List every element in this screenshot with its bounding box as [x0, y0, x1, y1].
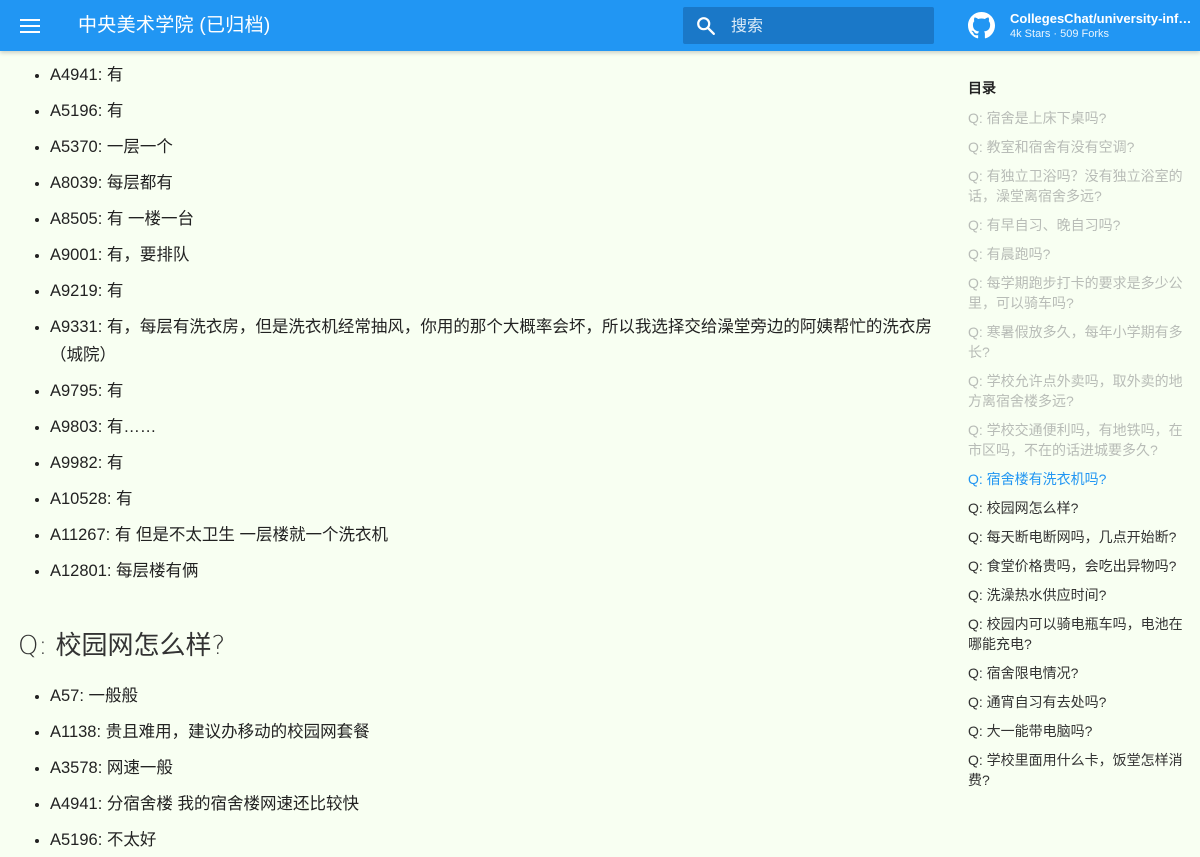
toc-link[interactable]: Q: 宿舍是上床下桌吗?	[968, 108, 1188, 128]
menu-icon[interactable]	[18, 14, 42, 38]
main-content: A4941: 有 A5196: 有 A5370: 一层一个 A8039: 每层都有 A8…	[0, 51, 945, 857]
toc-link[interactable]: Q: 洗澡热水供应时间?	[968, 585, 1188, 605]
toc-link[interactable]: Q: 有晨跑吗?	[968, 244, 1188, 264]
list-item: A4941: 有	[50, 61, 935, 89]
toc-link[interactable]: Q: 寒暑假放多久，每年小学期有多长?	[968, 322, 1188, 362]
search-icon	[697, 17, 715, 35]
toc-link[interactable]: Q: 校园内可以骑电瓶车吗，电池在哪能充电?	[968, 614, 1188, 654]
page-title: 中央美术学院 (已归档)	[78, 15, 271, 36]
list-item: A9982: 有	[50, 449, 935, 477]
repo-link[interactable]: CollegesChat/university-information 4k S…	[968, 9, 1193, 43]
repo-stats: 4k Stars · 509 Forks	[1010, 28, 1110, 40]
repo-name: CollegesChat/university-information	[1010, 11, 1193, 26]
search-box[interactable]	[683, 7, 934, 46]
list-item: A57: 一般般	[50, 682, 935, 710]
answer-list: A57: 一般般 A1138: 贵且难用，建议办移动的校园网套餐 A3578: 网速…	[0, 682, 935, 857]
toc-link[interactable]: Q: 每学期跑步打卡的要求是多少公里，可以骑车吗?	[968, 273, 1188, 313]
toc-link[interactable]: Q: 每天断电断网吗，几点开始断?	[968, 527, 1188, 547]
list-item: A5196: 有	[50, 97, 935, 125]
toc-link[interactable]: Q: 学校交通便利吗，有地铁吗，在市区吗，不在的话进城要多久?	[968, 420, 1188, 460]
toc-link[interactable]: Q: 大一能带电脑吗?	[968, 721, 1188, 741]
top-app-bar: 中央美术学院 (已归档) CollegesChat/university-inf…	[0, 0, 1200, 51]
toc-title: 目录	[968, 80, 996, 96]
list-item: A5196: 不太好	[50, 826, 935, 854]
list-item: A9803: 有……	[50, 413, 935, 441]
answer-list: A4941: 有 A5196: 有 A5370: 一层一个 A8039: 每层都有 A8…	[0, 61, 935, 593]
list-item: A9001: 有，要排队	[50, 241, 935, 269]
list-item: A9795: 有	[50, 377, 935, 405]
toc-link[interactable]: Q: 教室和宿舍有没有空调?	[968, 137, 1188, 157]
toc-link[interactable]: Q: 校园网怎么样?	[968, 498, 1188, 518]
list-item: A4941: 分宿舍楼 我的宿舍楼网速还比较快	[50, 790, 935, 818]
toc-link[interactable]: Q: 有独立卫浴吗？没有独立浴室的话，澡堂离宿舍多远?	[968, 166, 1188, 206]
list-item: A8505: 有 一楼一台	[50, 205, 935, 233]
toc-link[interactable]: Q: 宿舍限电情况?	[968, 663, 1188, 683]
table-of-contents: 目录 Q: 宿舍是上床下桌吗? Q: 教室和宿舍有没有空调? Q: 有独立卫浴吗？没…	[968, 78, 1188, 799]
toc-link[interactable]: Q: 有早自习、晚自习吗?	[968, 215, 1188, 235]
section-heading: Q: 校园网怎么样?	[18, 631, 226, 661]
github-icon	[968, 12, 995, 39]
toc-link[interactable]: Q: 宿舍楼有洗衣机吗?	[968, 469, 1188, 489]
list-item: A5370: 一层一个	[50, 133, 935, 161]
list-item: A1138: 贵且难用，建议办移动的校园网套餐	[50, 718, 935, 746]
list-item: A9219: 有	[50, 277, 935, 305]
toc-link[interactable]: Q: 学校里面用什么卡，饭堂怎样消费?	[968, 750, 1188, 790]
list-item: A9331: 有，每层有洗衣房，但是洗衣机经常抽风，你用的那个大概率会坏，所以我…	[50, 313, 935, 369]
list-item: A11267: 有 但是不太卫生 一层楼就一个洗衣机	[50, 521, 935, 549]
toc-link[interactable]: Q: 通宵自习有去处吗?	[968, 692, 1188, 712]
list-item: A10528: 有	[50, 485, 935, 513]
list-item: A3578: 网速一般	[50, 754, 935, 782]
list-item: A12801: 每层楼有俩	[50, 557, 935, 585]
toc-list: Q: 宿舍是上床下桌吗? Q: 教室和宿舍有没有空调? Q: 有独立卫浴吗？没有独立…	[968, 108, 1188, 790]
search-input[interactable]	[729, 7, 923, 46]
toc-link[interactable]: Q: 学校允许点外卖吗，取外卖的地方离宿舍楼多远?	[968, 371, 1188, 411]
toc-link[interactable]: Q: 食堂价格贵吗，会吃出异物吗?	[968, 556, 1188, 576]
list-item: A8039: 每层都有	[50, 169, 935, 197]
